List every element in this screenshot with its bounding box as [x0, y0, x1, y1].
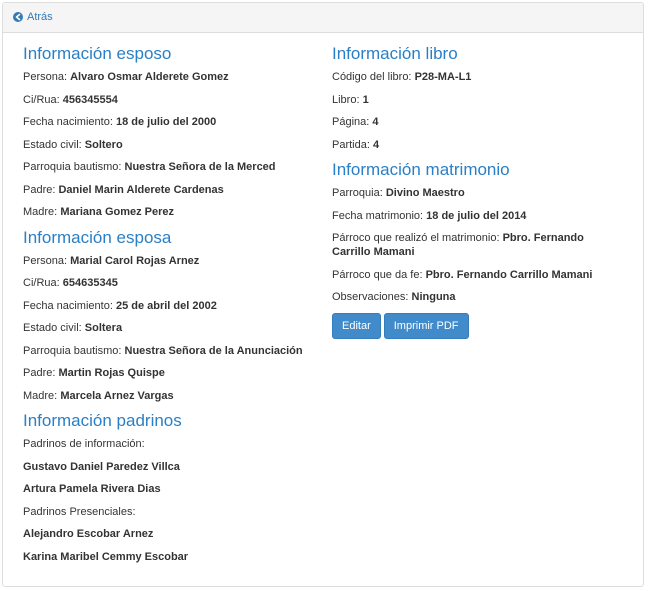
field-label: Persona:	[23, 71, 68, 83]
matrimonio-title: Información matrimonio	[332, 160, 510, 179]
field-label: Madre:	[23, 206, 58, 218]
field-label: Fecha nacimiento:	[23, 299, 113, 312]
field-label: Ci/Rua:	[23, 93, 60, 106]
esposa-row: Ci/Rua: 654635345	[23, 276, 313, 290]
field-label: Libro:	[332, 93, 360, 106]
field-value: 456345554	[62, 93, 118, 106]
field-value: 4	[372, 138, 380, 151]
field-label: Persona:	[23, 254, 68, 267]
esposa-row: Madre: Marcela Arnez Vargas	[23, 389, 313, 403]
esposo-row: Parroquia bautismo: Nuestra Señora de la…	[23, 160, 313, 174]
field-label: Fecha matrimonio:	[332, 209, 424, 222]
field-label: Padre:	[23, 367, 56, 379]
esposa-row: Persona: Marial Carol Rojas Arnez	[23, 254, 313, 268]
field-label: Párroco que da fe:	[332, 268, 423, 281]
esposo-row: Ci/Rua: 456345554	[23, 93, 313, 107]
field-label: Estado civil:	[23, 138, 82, 151]
libro-row: Partida: 4	[332, 138, 622, 152]
field-value: Soltera	[84, 322, 123, 334]
field-value: Martin Rojas Quispe	[58, 367, 165, 379]
padrino-name: Gustavo Daniel Paredez Villca	[23, 460, 180, 473]
arrow-circle-left-icon	[13, 12, 23, 22]
field-value: 18 de julio del 2014	[426, 209, 527, 222]
padrino-name: Artura Pamela Rivera Dias	[23, 483, 161, 495]
field-label: Código del libro:	[332, 71, 412, 83]
libro-row: Página: 4	[332, 115, 622, 129]
print-pdf-button[interactable]: Imprimir PDF	[383, 312, 469, 339]
esposo-row: Fecha nacimiento: 18 de julio del 2000	[23, 115, 313, 129]
field-label: Párroco que realizó el matrimonio:	[332, 232, 500, 244]
action-buttons: Editar Imprimir PDF	[332, 312, 622, 339]
libro-section: Información libro Código del libro: P28-…	[332, 44, 622, 152]
field-value: Pbro. Fernando Carrillo Mamani	[425, 268, 593, 281]
esposo-title: Información esposo	[23, 44, 172, 63]
esposa-row: Parroquia bautismo: Nuestra Señora de la…	[23, 344, 313, 358]
padrinos-title: Información padrinos	[23, 411, 182, 430]
field-label: Padre:	[23, 183, 56, 196]
field-label: Partida:	[332, 138, 370, 151]
padrinos-info-label: Padrinos de información:	[23, 438, 145, 450]
esposa-section: Información esposa Persona: Marial Carol…	[23, 228, 313, 403]
matrimonio-row: Fecha matrimonio: 18 de julio del 2014	[332, 209, 622, 223]
edit-button[interactable]: Editar	[332, 312, 381, 339]
libro-row: Código del libro: P28-MA-L1	[332, 70, 622, 84]
field-value: Alvaro Osmar Alderete Gomez	[70, 71, 229, 83]
padrino-name: Karina Maribel Cemmy Escobar	[23, 550, 189, 563]
esposo-row: Estado civil: Soltero	[23, 138, 313, 152]
field-value: Soltero	[84, 138, 123, 151]
field-value: Daniel Marin Alderete Cardenas	[58, 183, 224, 196]
back-label: Atrás	[27, 11, 53, 23]
esposa-title: Información esposa	[23, 227, 172, 247]
esposo-section: Información esposo Persona: Alvaro Osmar…	[23, 44, 313, 219]
field-value: Mariana Gomez Perez	[60, 206, 175, 218]
field-value: Nuestra Señora de la Anunciación	[124, 344, 303, 357]
esposo-row: Madre: Mariana Gomez Perez	[23, 205, 313, 219]
field-value: Marcela Arnez Vargas	[60, 389, 174, 402]
field-value: 1	[362, 93, 369, 106]
left-column: Información esposo Persona: Alvaro Osmar…	[23, 44, 313, 572]
libro-title: Información libro	[332, 44, 458, 63]
field-label: Parroquia bautismo:	[23, 161, 122, 173]
panel-heading: Atrás	[3, 3, 643, 33]
field-value: 654635345	[62, 277, 118, 289]
field-value: Ninguna	[411, 291, 456, 303]
libro-row: Libro: 1	[332, 93, 622, 107]
matrimonio-row: Párroco que da fe: Pbro. Fernando Carril…	[332, 268, 622, 282]
field-value: 4	[372, 116, 379, 128]
field-label: Página:	[332, 116, 370, 128]
field-value: 18 de julio del 2000	[115, 116, 217, 128]
field-label: Fecha nacimiento:	[23, 116, 113, 128]
field-label: Observaciones:	[332, 291, 409, 303]
padrinos-section: Información padrinos Padrinos de informa…	[23, 411, 313, 564]
field-value: Nuestra Señora de la Merced	[124, 161, 276, 173]
field-value: P28-MA-L1	[414, 71, 472, 83]
padrinos-presenciales-label: Padrinos Presenciales:	[23, 505, 136, 518]
matrimonio-row: Párroco que realizó el matrimonio: Pbro.…	[332, 231, 622, 259]
field-label: Ci/Rua:	[23, 277, 60, 289]
matrimonio-row: Parroquia: Divino Maestro	[332, 186, 622, 200]
padrino-name: Alejandro Escobar Arnez	[23, 528, 154, 540]
esposa-row: Fecha nacimiento: 25 de abril del 2002	[23, 299, 313, 313]
back-link[interactable]: Atrás	[13, 11, 53, 23]
esposo-row: Persona: Alvaro Osmar Alderete Gomez	[23, 70, 313, 84]
field-value: Divino Maestro	[385, 187, 465, 199]
esposo-row: Padre: Daniel Marin Alderete Cardenas	[23, 183, 313, 197]
field-value: 25 de abril del 2002	[115, 299, 217, 312]
matrimonio-section: Información matrimonio Parroquia: Divino…	[332, 160, 622, 304]
field-label: Parroquia bautismo:	[23, 344, 122, 357]
right-column: Información libro Código del libro: P28-…	[332, 44, 622, 339]
field-label: Parroquia:	[332, 187, 383, 199]
esposa-row: Estado civil: Soltera	[23, 321, 313, 335]
field-label: Estado civil:	[23, 322, 82, 334]
field-label: Madre:	[23, 389, 58, 402]
matrimonio-row: Observaciones: Ninguna	[332, 290, 622, 304]
field-value: Marial Carol Rojas Arnez	[70, 254, 200, 267]
esposa-row: Padre: Martin Rojas Quispe	[23, 366, 313, 380]
